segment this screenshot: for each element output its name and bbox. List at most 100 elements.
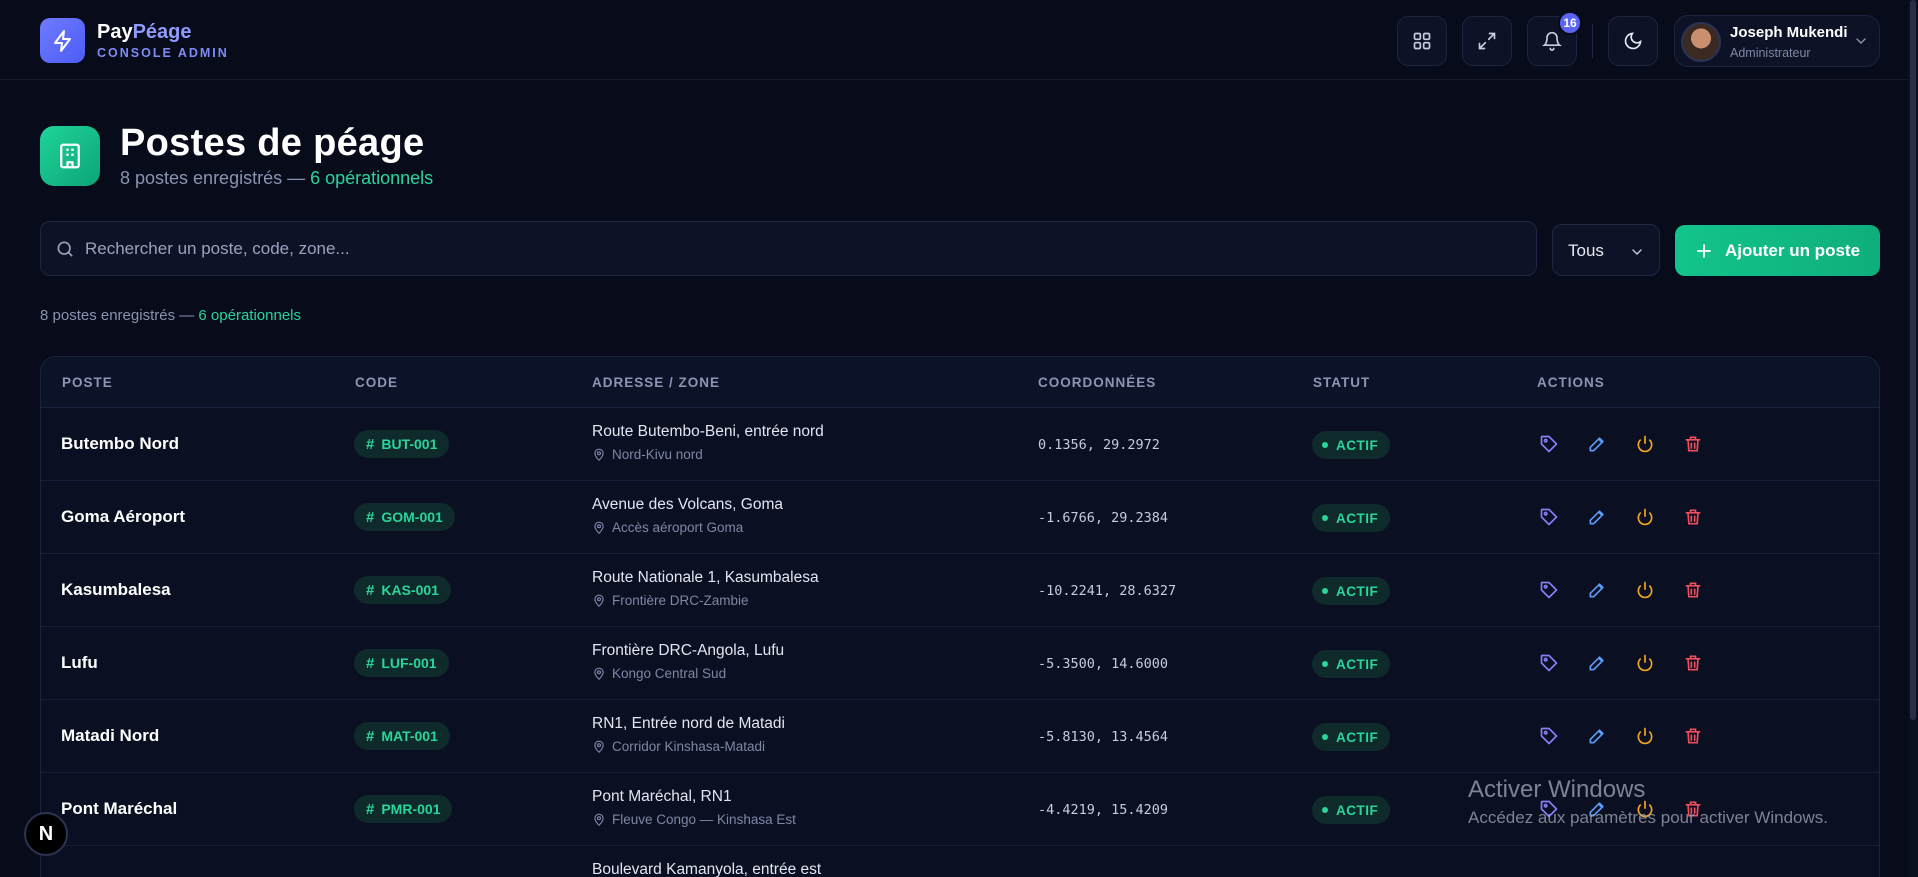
- post-address: RN1, Entrée nord de Matadi: [592, 715, 785, 732]
- post-code-badge: # BUT-001: [354, 430, 450, 458]
- fullscreen-button[interactable]: [1462, 16, 1512, 66]
- page-scrollbar[interactable]: [1908, 0, 1918, 877]
- summary-count: 8 postes enregistrés — 6 opérationnels: [40, 307, 301, 324]
- table-row[interactable]: Pont Maréchal # PMR-001 Pont Maréchal, RN1 F…: [41, 773, 1879, 846]
- brand[interactable]: PayPéage CONSOLE ADMIN: [40, 18, 229, 63]
- avatar: [1681, 22, 1721, 62]
- power-toggle-icon[interactable]: [1633, 651, 1657, 675]
- posts-table: POSTE CODE ADRESSE / ZONE COORDONNÉES ST…: [40, 356, 1880, 877]
- row-actions: [1537, 797, 1729, 821]
- top-bar: PayPéage CONSOLE ADMIN 16 Joseph Mukendi…: [0, 0, 1918, 80]
- column-header[interactable]: CODE: [355, 375, 398, 390]
- power-toggle-icon[interactable]: [1633, 432, 1657, 456]
- column-header[interactable]: STATUT: [1313, 375, 1370, 390]
- status-badge: ACTIF: [1312, 431, 1391, 459]
- post-coordinates: -5.3500, 14.6000: [1038, 656, 1169, 672]
- post-code-badge: # MAT-001: [354, 722, 450, 750]
- map-pin-icon: [592, 521, 606, 535]
- edit-pencil-icon[interactable]: [1585, 578, 1609, 602]
- tariff-tag-icon[interactable]: [1537, 578, 1561, 602]
- power-toggle-icon[interactable]: [1633, 505, 1657, 529]
- post-code-badge: # KAS-001: [354, 576, 451, 604]
- post-code-badge: # LUF-001: [354, 649, 449, 677]
- post-zone: Frontière DRC-Zambie: [592, 593, 749, 608]
- post-name: Pont Maréchal: [61, 799, 178, 818]
- edit-pencil-icon[interactable]: [1585, 724, 1609, 748]
- brand-name: PayPéage: [97, 21, 192, 43]
- post-zone: Accès aéroport Goma: [592, 520, 743, 535]
- post-code-badge: # GOM-001: [354, 503, 455, 531]
- tariff-tag-icon[interactable]: [1537, 651, 1561, 675]
- grid-icon: [1413, 32, 1431, 50]
- post-zone: Kongo Central Sud: [592, 666, 726, 681]
- post-address: Pont Maréchal, RN1: [592, 788, 732, 805]
- hash-icon: #: [366, 654, 375, 672]
- brand-subtitle: CONSOLE ADMIN: [97, 46, 229, 60]
- user-menu[interactable]: Joseph Mukendi Administrateur: [1674, 15, 1880, 67]
- tariff-tag-icon[interactable]: [1537, 432, 1561, 456]
- plus-icon: [1695, 242, 1713, 260]
- edit-pencil-icon[interactable]: [1585, 797, 1609, 821]
- add-post-button[interactable]: Ajouter un poste: [1675, 225, 1880, 276]
- edit-pencil-icon[interactable]: [1585, 432, 1609, 456]
- column-header[interactable]: ADRESSE / ZONE: [592, 375, 720, 390]
- post-code-badge: # PMR-001: [354, 795, 453, 823]
- post-name: Goma Aéroport: [61, 507, 186, 526]
- tariff-tag-icon[interactable]: [1537, 724, 1561, 748]
- status-badge: ACTIF: [1312, 504, 1391, 532]
- post-name: Butembo Nord: [61, 434, 180, 453]
- tariff-tag-icon[interactable]: [1537, 797, 1561, 821]
- hash-icon: #: [366, 581, 375, 599]
- row-actions: [1537, 505, 1729, 529]
- building-icon: [40, 126, 100, 186]
- search-input[interactable]: [85, 222, 1515, 275]
- expand-icon: [1478, 32, 1496, 50]
- table-row[interactable]: Kasumbalesa # KAS-001 Route Nationale 1, Ka…: [41, 554, 1879, 627]
- delete-trash-icon[interactable]: [1681, 578, 1705, 602]
- header-divider: [1592, 24, 1593, 58]
- add-post-label: Ajouter un poste: [1724, 240, 1861, 260]
- column-header: ACTIONS: [1537, 375, 1605, 390]
- status-dot: [1322, 661, 1328, 667]
- delete-trash-icon[interactable]: [1681, 432, 1705, 456]
- status-filter-select[interactable]: Tous: [1552, 224, 1660, 276]
- table-row[interactable]: Boulevard Kamanyola, entrée est: [41, 846, 1879, 877]
- page-title: Postes de péage: [120, 122, 425, 164]
- search-box: [40, 221, 1537, 276]
- theme-toggle-button[interactable]: [1608, 16, 1658, 66]
- notifications-button[interactable]: 16: [1527, 11, 1582, 66]
- delete-trash-icon[interactable]: [1681, 797, 1705, 821]
- bolt-icon: [40, 18, 85, 63]
- post-coordinates: 0.1356, 29.2972: [1038, 437, 1160, 453]
- post-coordinates: -5.8130, 13.4564: [1038, 729, 1169, 745]
- post-name: Matadi Nord: [61, 726, 160, 745]
- status-dot: [1322, 442, 1328, 448]
- search-icon: [55, 239, 75, 264]
- post-address: Boulevard Kamanyola, entrée est: [592, 861, 822, 877]
- edit-pencil-icon[interactable]: [1585, 505, 1609, 529]
- power-toggle-icon[interactable]: [1633, 724, 1657, 748]
- delete-trash-icon[interactable]: [1681, 505, 1705, 529]
- power-toggle-icon[interactable]: [1633, 578, 1657, 602]
- hash-icon: #: [366, 508, 375, 526]
- map-pin-icon: [592, 667, 606, 681]
- edit-pencil-icon[interactable]: [1585, 651, 1609, 675]
- column-header[interactable]: COORDONNÉES: [1038, 375, 1156, 390]
- post-address: Route Butembo-Beni, entrée nord: [592, 423, 824, 440]
- apps-grid-button[interactable]: [1397, 16, 1447, 66]
- table-row[interactable]: Lufu # LUF-001 Frontière DRC-Angola, Lufu Ko…: [41, 627, 1879, 700]
- status-dot: [1322, 734, 1328, 740]
- tariff-tag-icon[interactable]: [1537, 505, 1561, 529]
- map-pin-icon: [592, 448, 606, 462]
- delete-trash-icon[interactable]: [1681, 651, 1705, 675]
- delete-trash-icon[interactable]: [1681, 724, 1705, 748]
- post-address: Avenue des Volcans, Goma: [592, 496, 784, 513]
- nextjs-dev-indicator[interactable]: N: [24, 812, 68, 856]
- table-row[interactable]: Butembo Nord # BUT-001 Route Butembo-Beni, …: [41, 408, 1879, 481]
- table-row[interactable]: Matadi Nord # MAT-001 RN1, Entrée nord de M…: [41, 700, 1879, 773]
- status-badge: ACTIF: [1312, 650, 1391, 678]
- table-row[interactable]: Goma Aéroport # GOM-001 Avenue des Volcans,…: [41, 481, 1879, 554]
- post-name: Kasumbalesa: [61, 580, 171, 599]
- column-header[interactable]: POSTE: [62, 375, 113, 390]
- power-toggle-icon[interactable]: [1633, 797, 1657, 821]
